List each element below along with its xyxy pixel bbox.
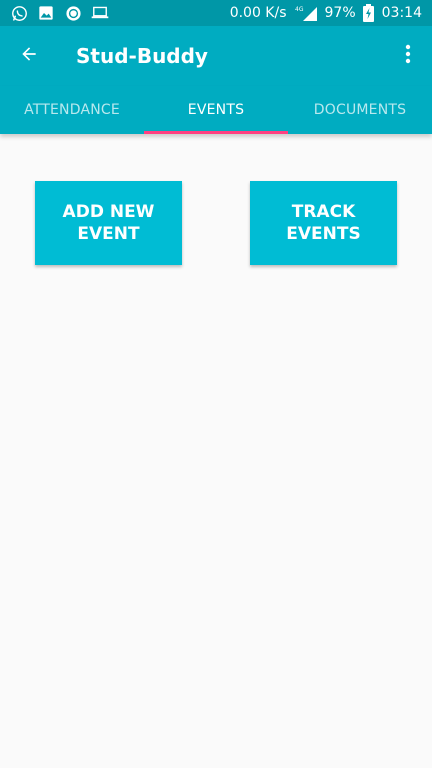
add-new-event-label: ADD NEW EVENT [62,202,155,244]
add-new-event-button[interactable]: ADD NEW EVENT [35,181,182,265]
arrow-left-icon [19,44,39,68]
battery-charging-icon [363,4,375,22]
whatsapp-icon [10,4,28,22]
tab-attendance[interactable]: ATTENDANCE [0,86,144,134]
status-bar: 0.00 K/s 4G 97% 03:14 [0,0,432,26]
more-vert-icon [405,44,411,68]
battery-percent: 97% [324,5,356,21]
tab-label: ATTENDANCE [24,102,120,118]
tab-events[interactable]: EVENTS [144,86,288,134]
tab-documents[interactable]: DOCUMENTS [288,86,432,134]
back-button[interactable] [0,26,58,86]
tab-label: EVENTS [187,102,245,118]
overflow-menu-button[interactable] [384,26,432,86]
track-events-button[interactable]: TRACK EVENTS [250,181,397,265]
tab-bar: ATTENDANCE EVENTS DOCUMENTS [0,86,432,134]
notification-icons [10,4,109,22]
record-icon [64,4,82,22]
tab-indicator [144,131,288,134]
app-bar: Stud-Buddy [0,26,432,86]
svg-text:4G: 4G [295,6,304,13]
clock: 03:14 [381,5,422,21]
track-events-label: TRACK EVENTS [286,202,361,244]
laptop-icon [91,4,109,22]
network-speed: 0.00 K/s [229,5,287,21]
screen: 0.00 K/s 4G 97% 03:14 Stud-Buddy ATTENDA… [0,0,432,768]
signal-icon: 4G [294,4,318,22]
app-title: Stud-Buddy [76,44,208,68]
tab-label: DOCUMENTS [313,102,407,118]
system-status: 0.00 K/s 4G 97% 03:14 [230,4,422,22]
image-icon [37,4,55,22]
